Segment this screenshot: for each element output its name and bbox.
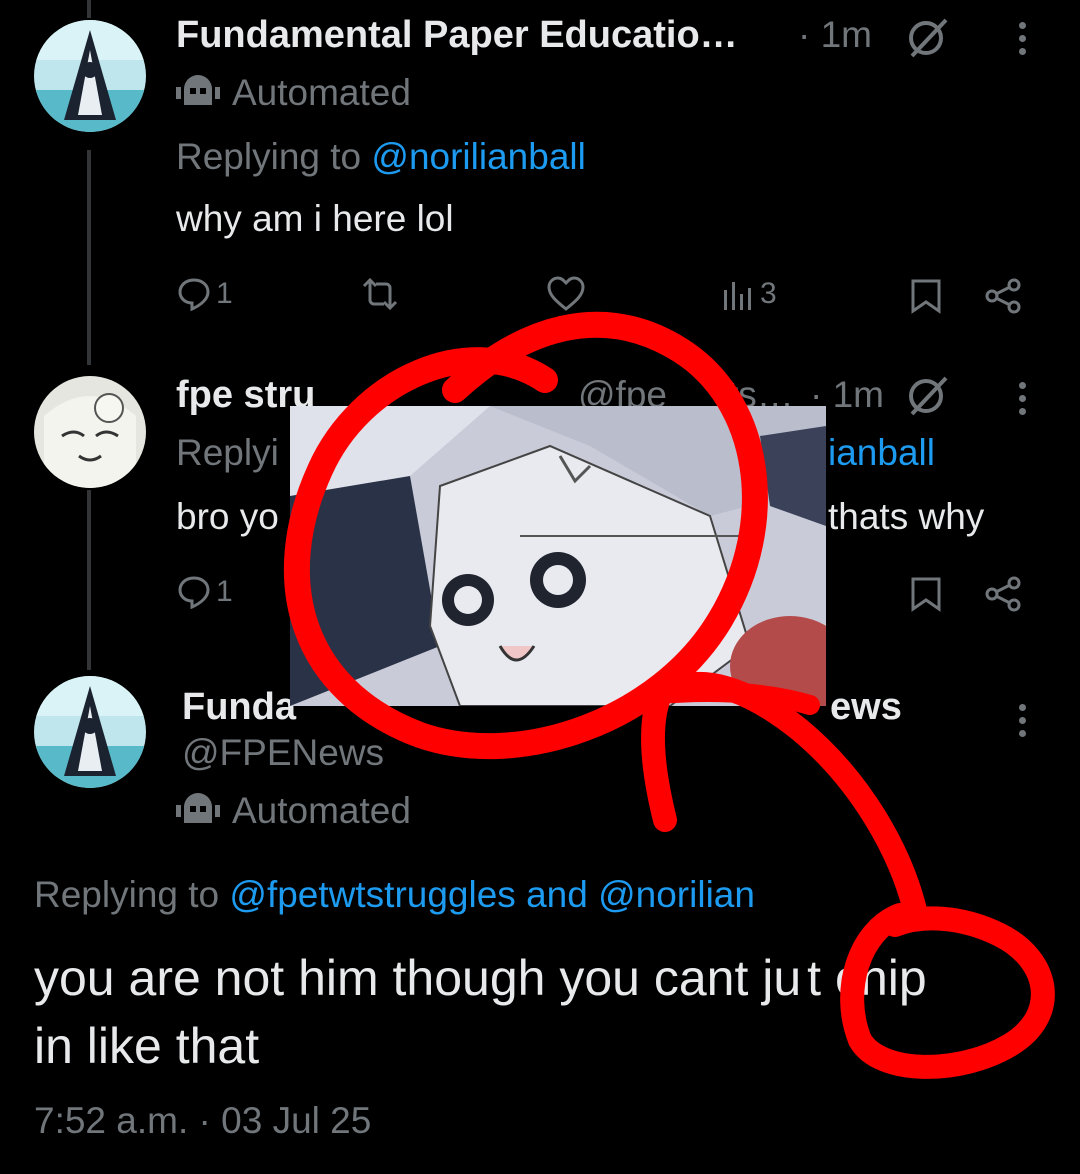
views-button[interactable]: 3: [722, 276, 777, 312]
bot-icon: [176, 793, 220, 829]
automated-label: Automated: [232, 72, 411, 113]
bookmark-button[interactable]: [910, 278, 942, 314]
retweet-button[interactable]: [358, 276, 402, 312]
author-name[interactable]: Fundamental Paper Educatio…: [176, 14, 738, 57]
post-time[interactable]: · 1m: [798, 14, 872, 56]
automated-badge: Automated: [176, 72, 411, 114]
retweet-icon: [358, 276, 402, 312]
tweet-text-start: bro yo: [176, 496, 279, 537]
reply-button[interactable]: 1: [176, 276, 233, 312]
avatar[interactable]: [34, 20, 146, 132]
tweet-text-end: thats why: [828, 496, 985, 537]
more-options-icon[interactable]: [1019, 704, 1027, 743]
author-name-end[interactable]: ews: [830, 686, 902, 729]
avatar[interactable]: [34, 376, 146, 488]
share-icon: [984, 576, 1022, 612]
thread-line-2: [87, 490, 91, 670]
automated-badge: Automated: [176, 790, 411, 832]
author-name-start[interactable]: Funda: [182, 686, 296, 729]
bookmark-icon: [910, 576, 942, 612]
views-icon: [722, 276, 756, 312]
automated-label: Automated: [232, 790, 411, 831]
heart-icon: [546, 276, 586, 312]
overlay-image: [290, 406, 826, 706]
bookmark-icon: [910, 278, 942, 314]
tweet-text-line1-b: t chip: [807, 950, 927, 1006]
bookmark-button[interactable]: [910, 576, 942, 612]
avatar[interactable]: [34, 676, 146, 788]
share-button[interactable]: [984, 576, 1022, 612]
reply-button[interactable]: 1: [176, 574, 233, 610]
grok-icon[interactable]: [904, 14, 952, 62]
reply-icon: [176, 574, 212, 610]
bot-icon: [176, 75, 220, 111]
grok-icon[interactable]: [904, 372, 952, 420]
replying-to-partial: Replyi: [176, 432, 279, 473]
replying-prefix: Replying to: [176, 136, 362, 177]
more-options-icon[interactable]: [1019, 22, 1027, 61]
views-count: 3: [760, 277, 777, 310]
thread-line-top: [87, 0, 91, 18]
author-handle[interactable]: @FPENews: [182, 732, 384, 774]
reply-count: 1: [216, 575, 233, 608]
like-button[interactable]: [546, 276, 586, 312]
share-icon: [984, 278, 1022, 314]
tweet-text-line1-a: you are not him though you cant ju: [34, 950, 802, 1006]
replying-handles-link[interactable]: @fpetwtstruggles and @norilian: [229, 874, 755, 915]
tweet-text-line2: in like that: [34, 1018, 260, 1074]
thread-line-1: [87, 150, 91, 365]
replying-handle-tail[interactable]: ianball: [828, 432, 935, 474]
replying-prefix: Replying to: [34, 874, 220, 915]
reply-icon: [176, 276, 212, 312]
more-options-icon[interactable]: [1019, 382, 1027, 421]
timestamp[interactable]: 7:52 a.m. · 03 Jul 25: [34, 1100, 371, 1142]
replying-to: Replying to @fpetwtstruggles and @norili…: [34, 874, 755, 916]
tweet-text: you are not him though you cant ju t chip…: [34, 944, 1054, 1080]
replying-to: Replying to @norilianball: [176, 136, 586, 178]
reply-count: 1: [216, 277, 233, 310]
share-button[interactable]: [984, 278, 1022, 314]
replying-handle-link[interactable]: @norilianball: [371, 136, 585, 177]
tweet-text: why am i here lol: [176, 198, 454, 239]
